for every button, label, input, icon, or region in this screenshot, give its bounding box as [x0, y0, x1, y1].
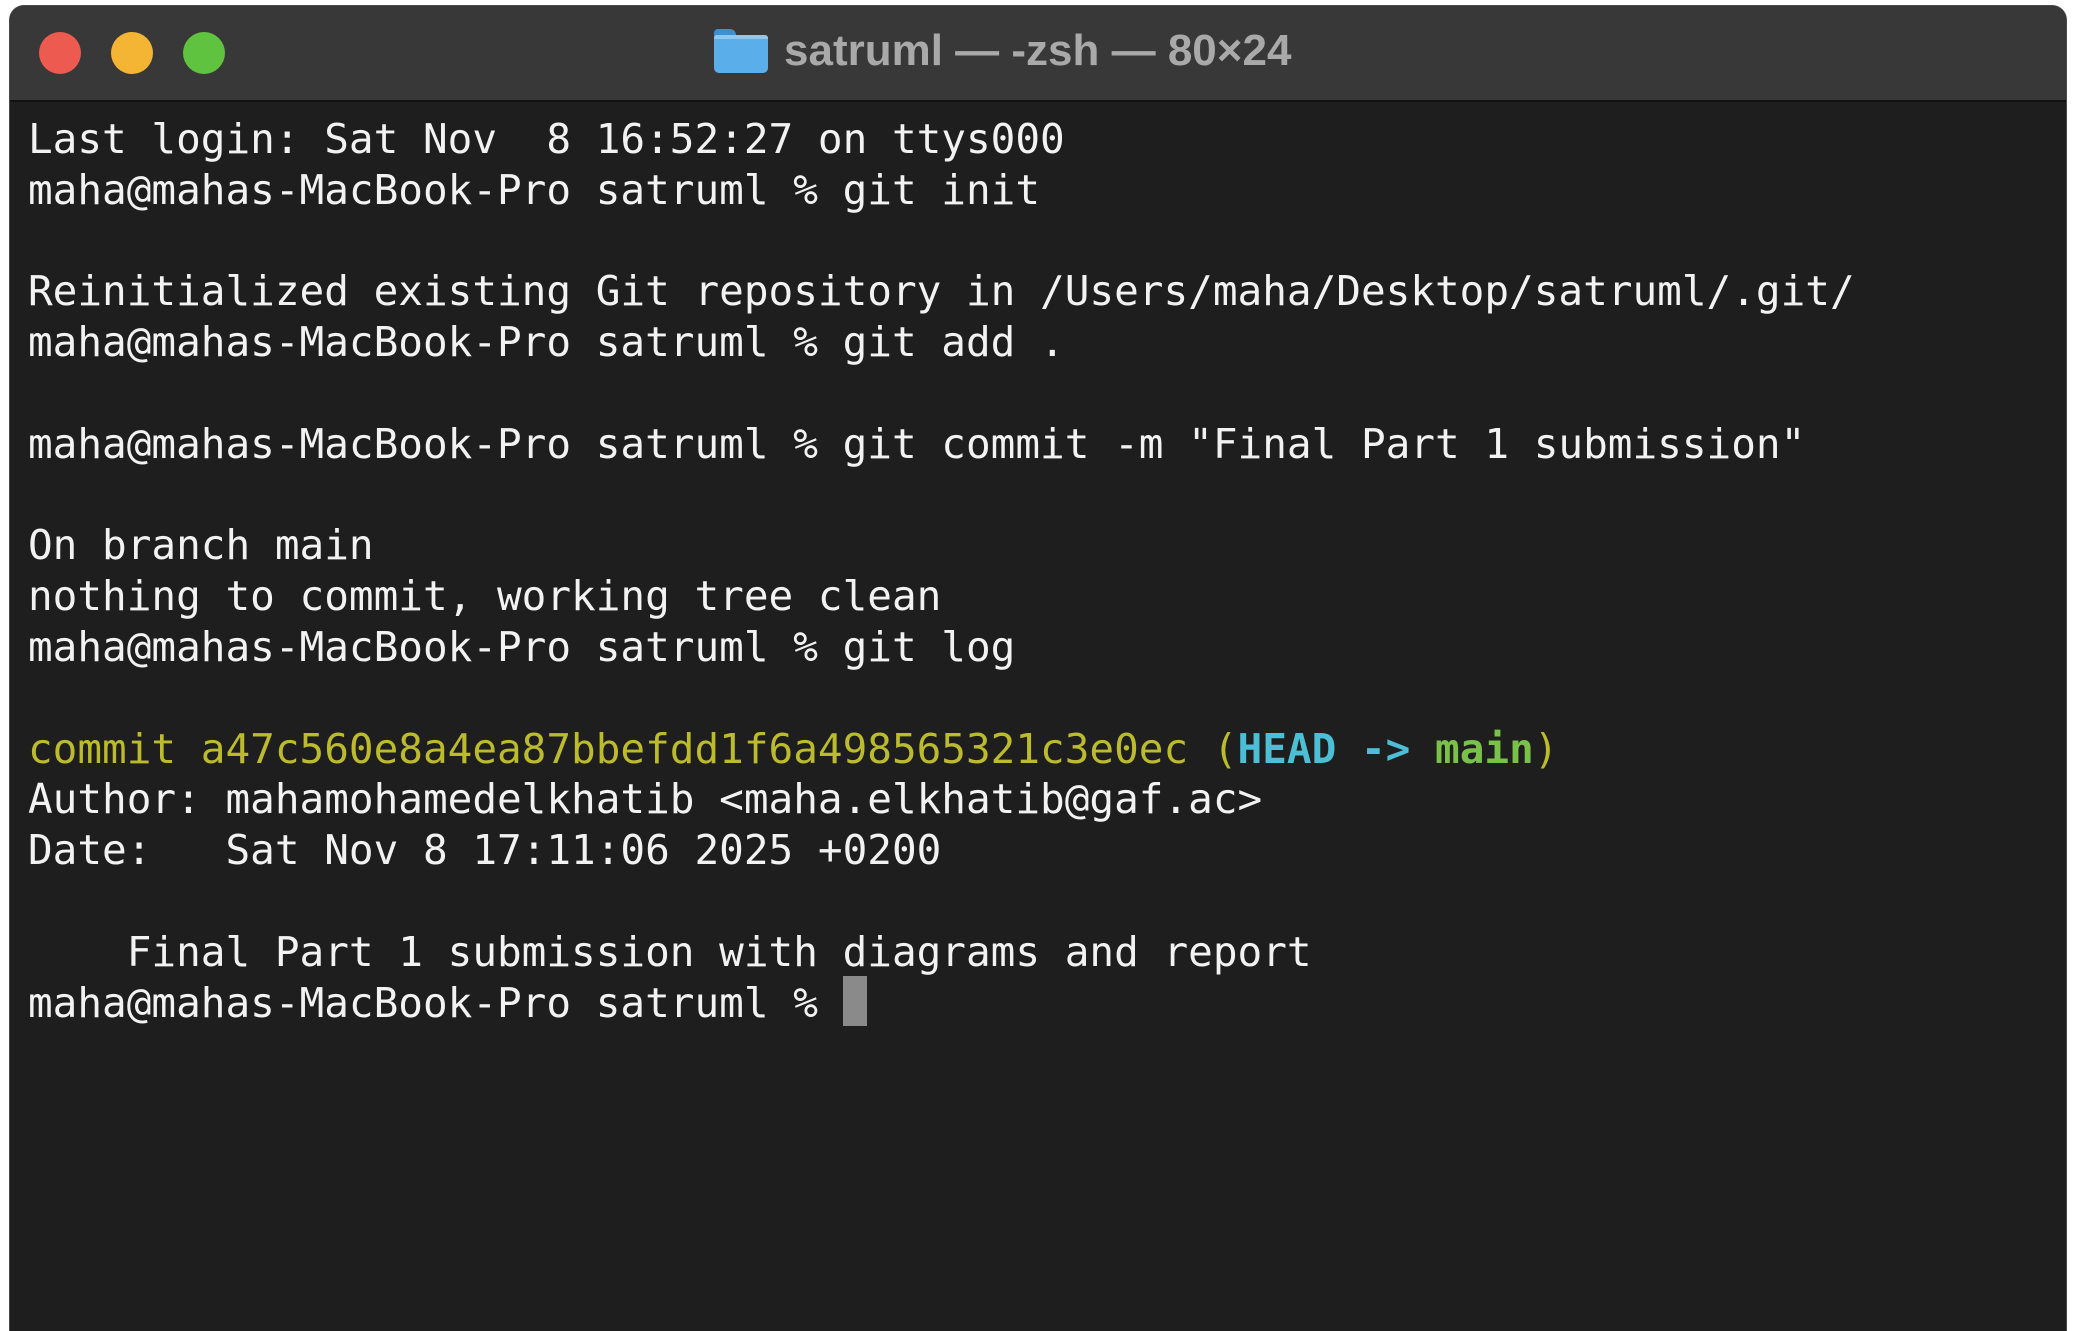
window-title: satruml — -zsh — 80×24: [784, 26, 1292, 75]
commit-branch: main: [1435, 724, 1534, 773]
terminal-line: maha@mahas-MacBook-Pro satruml % git com…: [28, 419, 1806, 468]
terminal-window: satruml — -zsh — 80×24 Last login: Sat N…: [10, 6, 2066, 1331]
terminal-line: Reinitialized existing Git repository in…: [28, 267, 1855, 316]
commit-head-ref: HEAD ->: [1237, 724, 1436, 773]
commit-hash: commit a47c560e8a4ea87bbefdd1f6a49856532…: [28, 724, 1213, 773]
terminal-line: nothing to commit, working tree clean: [28, 572, 942, 621]
terminal-line: On branch main: [28, 521, 374, 570]
terminal-line: Last login: Sat Nov 8 16:52:27 on ttys00…: [28, 115, 1065, 163]
terminal-line: maha@mahas-MacBook-Pro satruml % git log: [28, 622, 1016, 671]
commit-author-line: Author: mahamohamedelkhatib <maha.elkhat…: [28, 775, 1263, 824]
terminal-line: maha@mahas-MacBook-Pro satruml % git ini…: [28, 165, 1041, 214]
window-title-group: satruml — -zsh — 80×24: [714, 18, 1291, 84]
minimize-button[interactable]: [111, 32, 153, 74]
commit-message-line: Final Part 1 submission with diagrams an…: [28, 927, 1312, 976]
commit-close-paren: ): [1533, 724, 1559, 773]
folder-icon: [714, 29, 768, 73]
zoom-button[interactable]: [183, 32, 225, 74]
prompt-line[interactable]: maha@mahas-MacBook-Pro satruml %: [28, 975, 2048, 1029]
close-button[interactable]: [39, 32, 81, 74]
terminal-output[interactable]: Last login: Sat Nov 8 16:52:27 on ttys00…: [28, 114, 2048, 1028]
commit-line: commit a47c560e8a4ea87bbefdd1f6a49856532…: [28, 724, 2048, 775]
text-cursor: [842, 975, 867, 1026]
commit-date-line: Date: Sat Nov 8 17:11:06 2025 +0200: [28, 826, 942, 875]
title-bar[interactable]: satruml — -zsh — 80×24: [10, 6, 2066, 102]
terminal-line: maha@mahas-MacBook-Pro satruml % git add…: [28, 318, 1065, 367]
shell-prompt: maha@mahas-MacBook-Pro satruml %: [28, 978, 843, 1027]
commit-open-paren: (: [1212, 724, 1238, 773]
